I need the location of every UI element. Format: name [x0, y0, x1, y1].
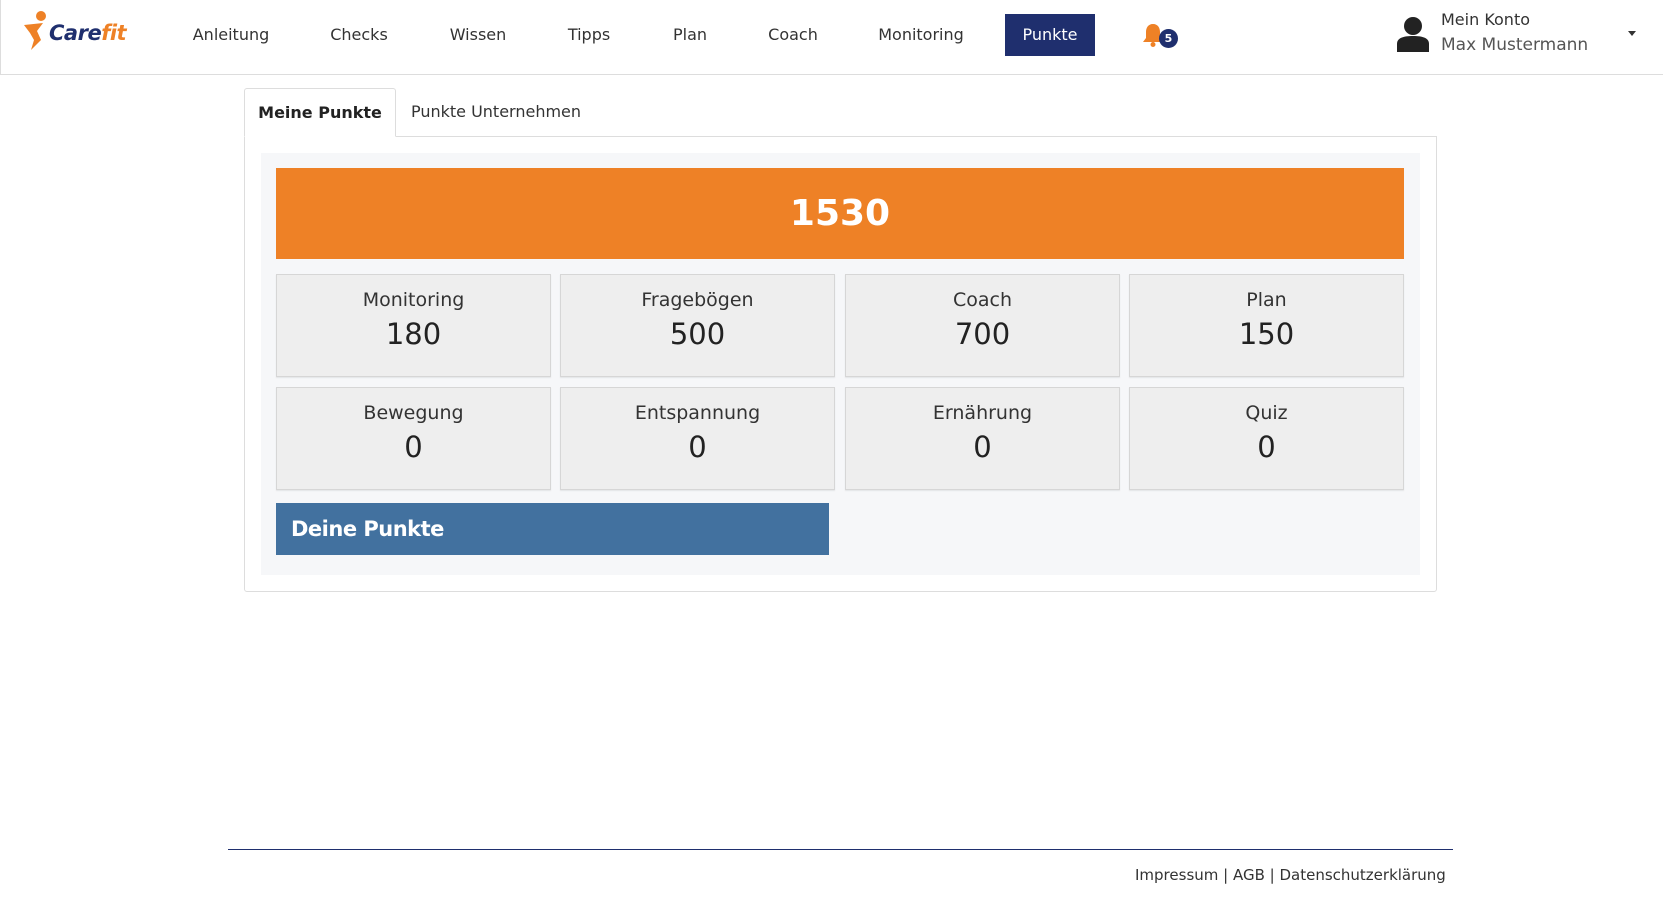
- notifications-button[interactable]: 5: [1141, 20, 1181, 52]
- card-value: 180: [385, 317, 442, 351]
- nav-item-anleitung[interactable]: Anleitung: [185, 14, 277, 56]
- points-card-monitoring: Monitoring 180: [276, 274, 551, 377]
- card-label: Plan: [1246, 289, 1287, 311]
- account-menu[interactable]: Mein Konto Max Mustermann: [1396, 8, 1646, 60]
- points-content: 1530 Monitoring 180 Fragebögen 500 Coach…: [261, 153, 1420, 575]
- card-value: 0: [688, 430, 707, 464]
- points-card-quiz: Quiz 0: [1129, 387, 1404, 490]
- footer-links: Impressum | AGB | Datenschutzerklärung: [1135, 866, 1446, 884]
- card-label: Quiz: [1245, 402, 1288, 424]
- chevron-down-icon[interactable]: [1628, 31, 1636, 36]
- footer-link-agb[interactable]: AGB: [1233, 866, 1265, 884]
- footer-link-datenschutz[interactable]: Datenschutzerklärung: [1279, 866, 1445, 884]
- card-value: 0: [1257, 430, 1276, 464]
- tab-meine-punkte[interactable]: Meine Punkte: [244, 88, 396, 137]
- nav-item-plan[interactable]: Plan: [665, 14, 715, 56]
- points-card-coach: Coach 700: [845, 274, 1120, 377]
- account-username: Max Mustermann: [1441, 35, 1589, 55]
- total-points-banner: 1530: [276, 168, 1404, 259]
- nav-item-monitoring[interactable]: Monitoring: [873, 14, 969, 56]
- top-navbar: Carefit Anleitung Checks Wissen Tipps Pl…: [0, 0, 1663, 75]
- card-value: 0: [973, 430, 992, 464]
- card-value: 0: [404, 430, 423, 464]
- card-label: Fragebögen: [641, 289, 754, 311]
- card-value: 500: [669, 317, 726, 351]
- card-label: Ernährung: [932, 402, 1033, 424]
- points-card-plan: Plan 150: [1129, 274, 1404, 377]
- nav-item-punkte[interactable]: Punkte: [1005, 14, 1095, 56]
- footer-separator: |: [1218, 866, 1233, 884]
- card-label: Coach: [952, 289, 1013, 311]
- nav-item-checks[interactable]: Checks: [323, 14, 395, 56]
- card-label: Entspannung: [634, 402, 761, 424]
- points-card-frageboegen: Fragebögen 500: [560, 274, 835, 377]
- footer-divider: [228, 849, 1453, 850]
- card-label: Monitoring: [362, 289, 465, 311]
- footer-separator: |: [1264, 866, 1280, 884]
- footer-link-impressum[interactable]: Impressum: [1135, 866, 1218, 884]
- account-label: Mein Konto: [1441, 10, 1531, 29]
- nav-item-coach[interactable]: Coach: [761, 14, 825, 56]
- points-tabs: Meine Punkte Punkte Unternehmen: [244, 88, 1436, 137]
- points-panel: 1530 Monitoring 180 Fragebögen 500 Coach…: [244, 136, 1437, 592]
- points-card-bewegung: Bewegung 0: [276, 387, 551, 490]
- card-value: 150: [1238, 317, 1295, 351]
- card-value: 700: [954, 317, 1011, 351]
- tab-punkte-unternehmen[interactable]: Punkte Unternehmen: [396, 88, 596, 137]
- notification-count-badge: 5: [1159, 29, 1178, 48]
- user-icon: [1397, 17, 1429, 52]
- points-card-ernaehrung: Ernährung 0: [845, 387, 1120, 490]
- card-label: Bewegung: [363, 402, 464, 424]
- deine-punkte-header: Deine Punkte: [276, 503, 829, 555]
- points-card-entspannung: Entspannung 0: [560, 387, 835, 490]
- nav-item-tipps[interactable]: Tipps: [559, 14, 619, 56]
- nav-item-wissen[interactable]: Wissen: [442, 14, 514, 56]
